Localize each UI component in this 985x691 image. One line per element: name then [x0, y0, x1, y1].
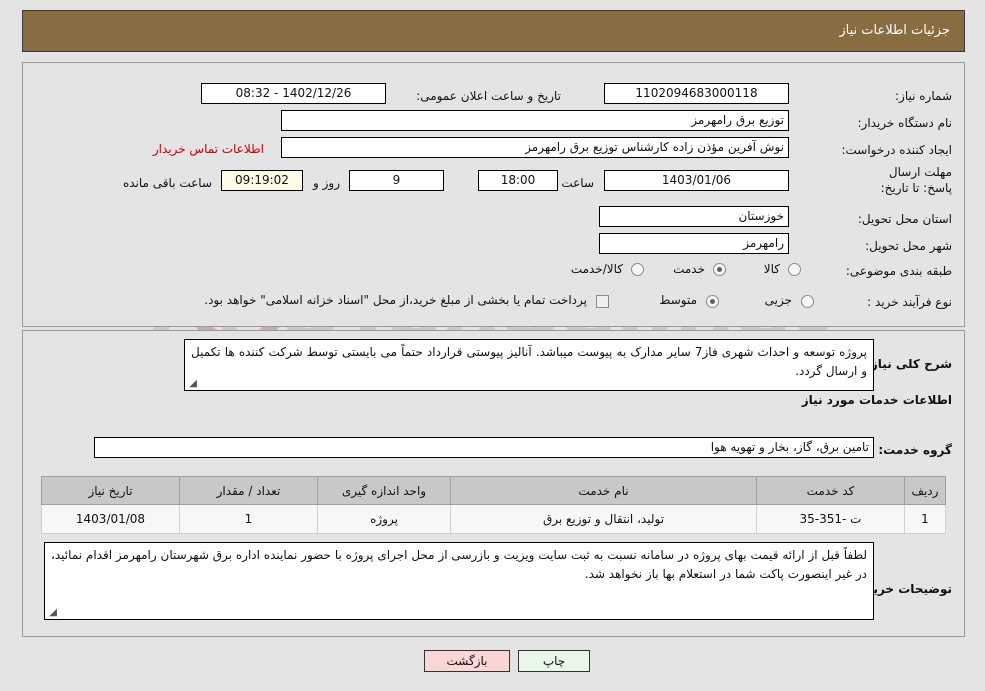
city-value: رامهرمز: [599, 233, 789, 254]
radio-purchase-medium-label: متوسط: [659, 293, 697, 307]
services-table: ردیف کد خدمت نام خدمت واحد اندازه گیری ت…: [41, 476, 946, 534]
announce-datetime-value: 1402/12/26 - 08:32: [201, 83, 386, 104]
cell-quantity: 1: [179, 504, 318, 534]
col-service-name: نام خدمت: [450, 476, 757, 505]
col-quantity: تعداد / مقدار: [179, 476, 318, 505]
remaining-time-label: ساعت باقی مانده: [122, 176, 212, 190]
deadline-hour-value: 18:00: [478, 170, 558, 191]
radio-category-goods-service[interactable]: [631, 263, 644, 276]
cell-row-no: 1: [904, 504, 946, 534]
description-label: شرح کلی نیاز:: [866, 357, 952, 371]
buyer-notes-textarea[interactable]: لطفاً قبل از ارائه قیمت بهای پروژه در سا…: [44, 542, 874, 620]
radio-purchase-minor-label: جزیی: [764, 293, 792, 307]
table-header-row: ردیف کد خدمت نام خدمت واحد اندازه گیری ت…: [41, 476, 946, 505]
resize-grip-icon-notes[interactable]: ◢: [47, 608, 57, 618]
remaining-days-value: 9: [349, 170, 444, 191]
treasury-bonds-checkbox[interactable]: [596, 295, 609, 308]
radio-category-service-label: خدمت: [673, 262, 705, 276]
cell-service-name: تولید، انتقال و توزیع برق: [450, 504, 757, 534]
radio-purchase-medium[interactable]: [706, 295, 719, 308]
province-label: استان محل تحویل:: [857, 212, 952, 226]
announce-datetime-label: تاریخ و ساعت اعلان عمومی:: [416, 89, 561, 103]
description-text: پروژه توسعه و احداث شهری فاز7 سایر مدارک…: [191, 345, 867, 378]
col-need-date: تاریخ نیاز: [41, 476, 180, 505]
city-label: شهر محل تحویل:: [865, 239, 952, 253]
radio-purchase-minor[interactable]: [801, 295, 814, 308]
col-row-no: ردیف: [904, 476, 946, 505]
print-button[interactable]: چاپ: [518, 650, 590, 672]
remaining-time-value: 09:19:02: [221, 170, 303, 191]
buyer-org-value: توزیع برق رامهرمز: [281, 110, 789, 131]
need-number-label: شماره نیاز:: [895, 89, 952, 103]
requester-value: نوش آفرین مؤذن زاده کارشناس توزیع برق را…: [281, 137, 789, 158]
buyer-contact-link[interactable]: اطلاعات تماس خریدار: [153, 142, 264, 156]
radio-category-goods[interactable]: [788, 263, 801, 276]
service-group-value: تامین برق، گاز، بخار و تهویه هوا: [94, 437, 874, 458]
page-title: جزئیات اطلاعات نیاز: [839, 23, 950, 38]
table-row: 1 ت -351-35 تولید، انتقال و توزیع برق پر…: [41, 504, 946, 534]
service-group-label: گروه خدمت:: [878, 443, 952, 457]
cell-need-date: 1403/01/08: [41, 504, 180, 534]
back-button[interactable]: بازگشت: [424, 650, 510, 672]
page-title-bar: جزئیات اطلاعات نیاز: [22, 10, 965, 52]
category-label: طبقه بندی موضوعی:: [845, 264, 952, 278]
need-number-value: 1102094683000118: [604, 83, 789, 104]
deadline-date-value: 1403/01/06: [604, 170, 789, 191]
radio-category-goods-label: کالا: [763, 262, 780, 276]
province-value: خوزستان: [599, 206, 789, 227]
col-unit: واحد اندازه گیری: [317, 476, 451, 505]
requester-label: ایجاد کننده درخواست:: [841, 143, 952, 157]
cell-service-code: ت -351-35: [756, 504, 905, 534]
cell-unit: پروژه: [317, 504, 451, 534]
deadline-label: مهلت ارسال پاسخ: تا تاریخ:: [880, 165, 952, 195]
need-info-panel: شماره نیاز: 1102094683000118 تاریخ و ساع…: [22, 62, 965, 327]
description-textarea[interactable]: پروژه توسعه و احداث شهری فاز7 سایر مدارک…: [184, 339, 874, 391]
buyer-org-label: نام دستگاه خریدار:: [857, 116, 953, 130]
buyer-notes-text: لطفاً قبل از ارائه قیمت بهای پروژه در سا…: [51, 548, 867, 581]
purchase-type-label: نوع فرآیند خرید :: [867, 295, 952, 309]
treasury-bonds-label: پرداخت تمام یا بخشی از مبلغ خرید،از محل …: [204, 293, 587, 307]
col-service-code: کد خدمت: [756, 476, 905, 505]
radio-category-service[interactable]: [713, 263, 726, 276]
resize-grip-icon[interactable]: ◢: [187, 379, 197, 389]
services-section-heading: اطلاعات خدمات مورد نیاز: [801, 393, 952, 407]
radio-category-goods-service-label: کالا/خدمت: [570, 262, 623, 276]
deadline-hour-label: ساعت: [561, 176, 594, 190]
remaining-days-label: روز و: [313, 176, 340, 190]
